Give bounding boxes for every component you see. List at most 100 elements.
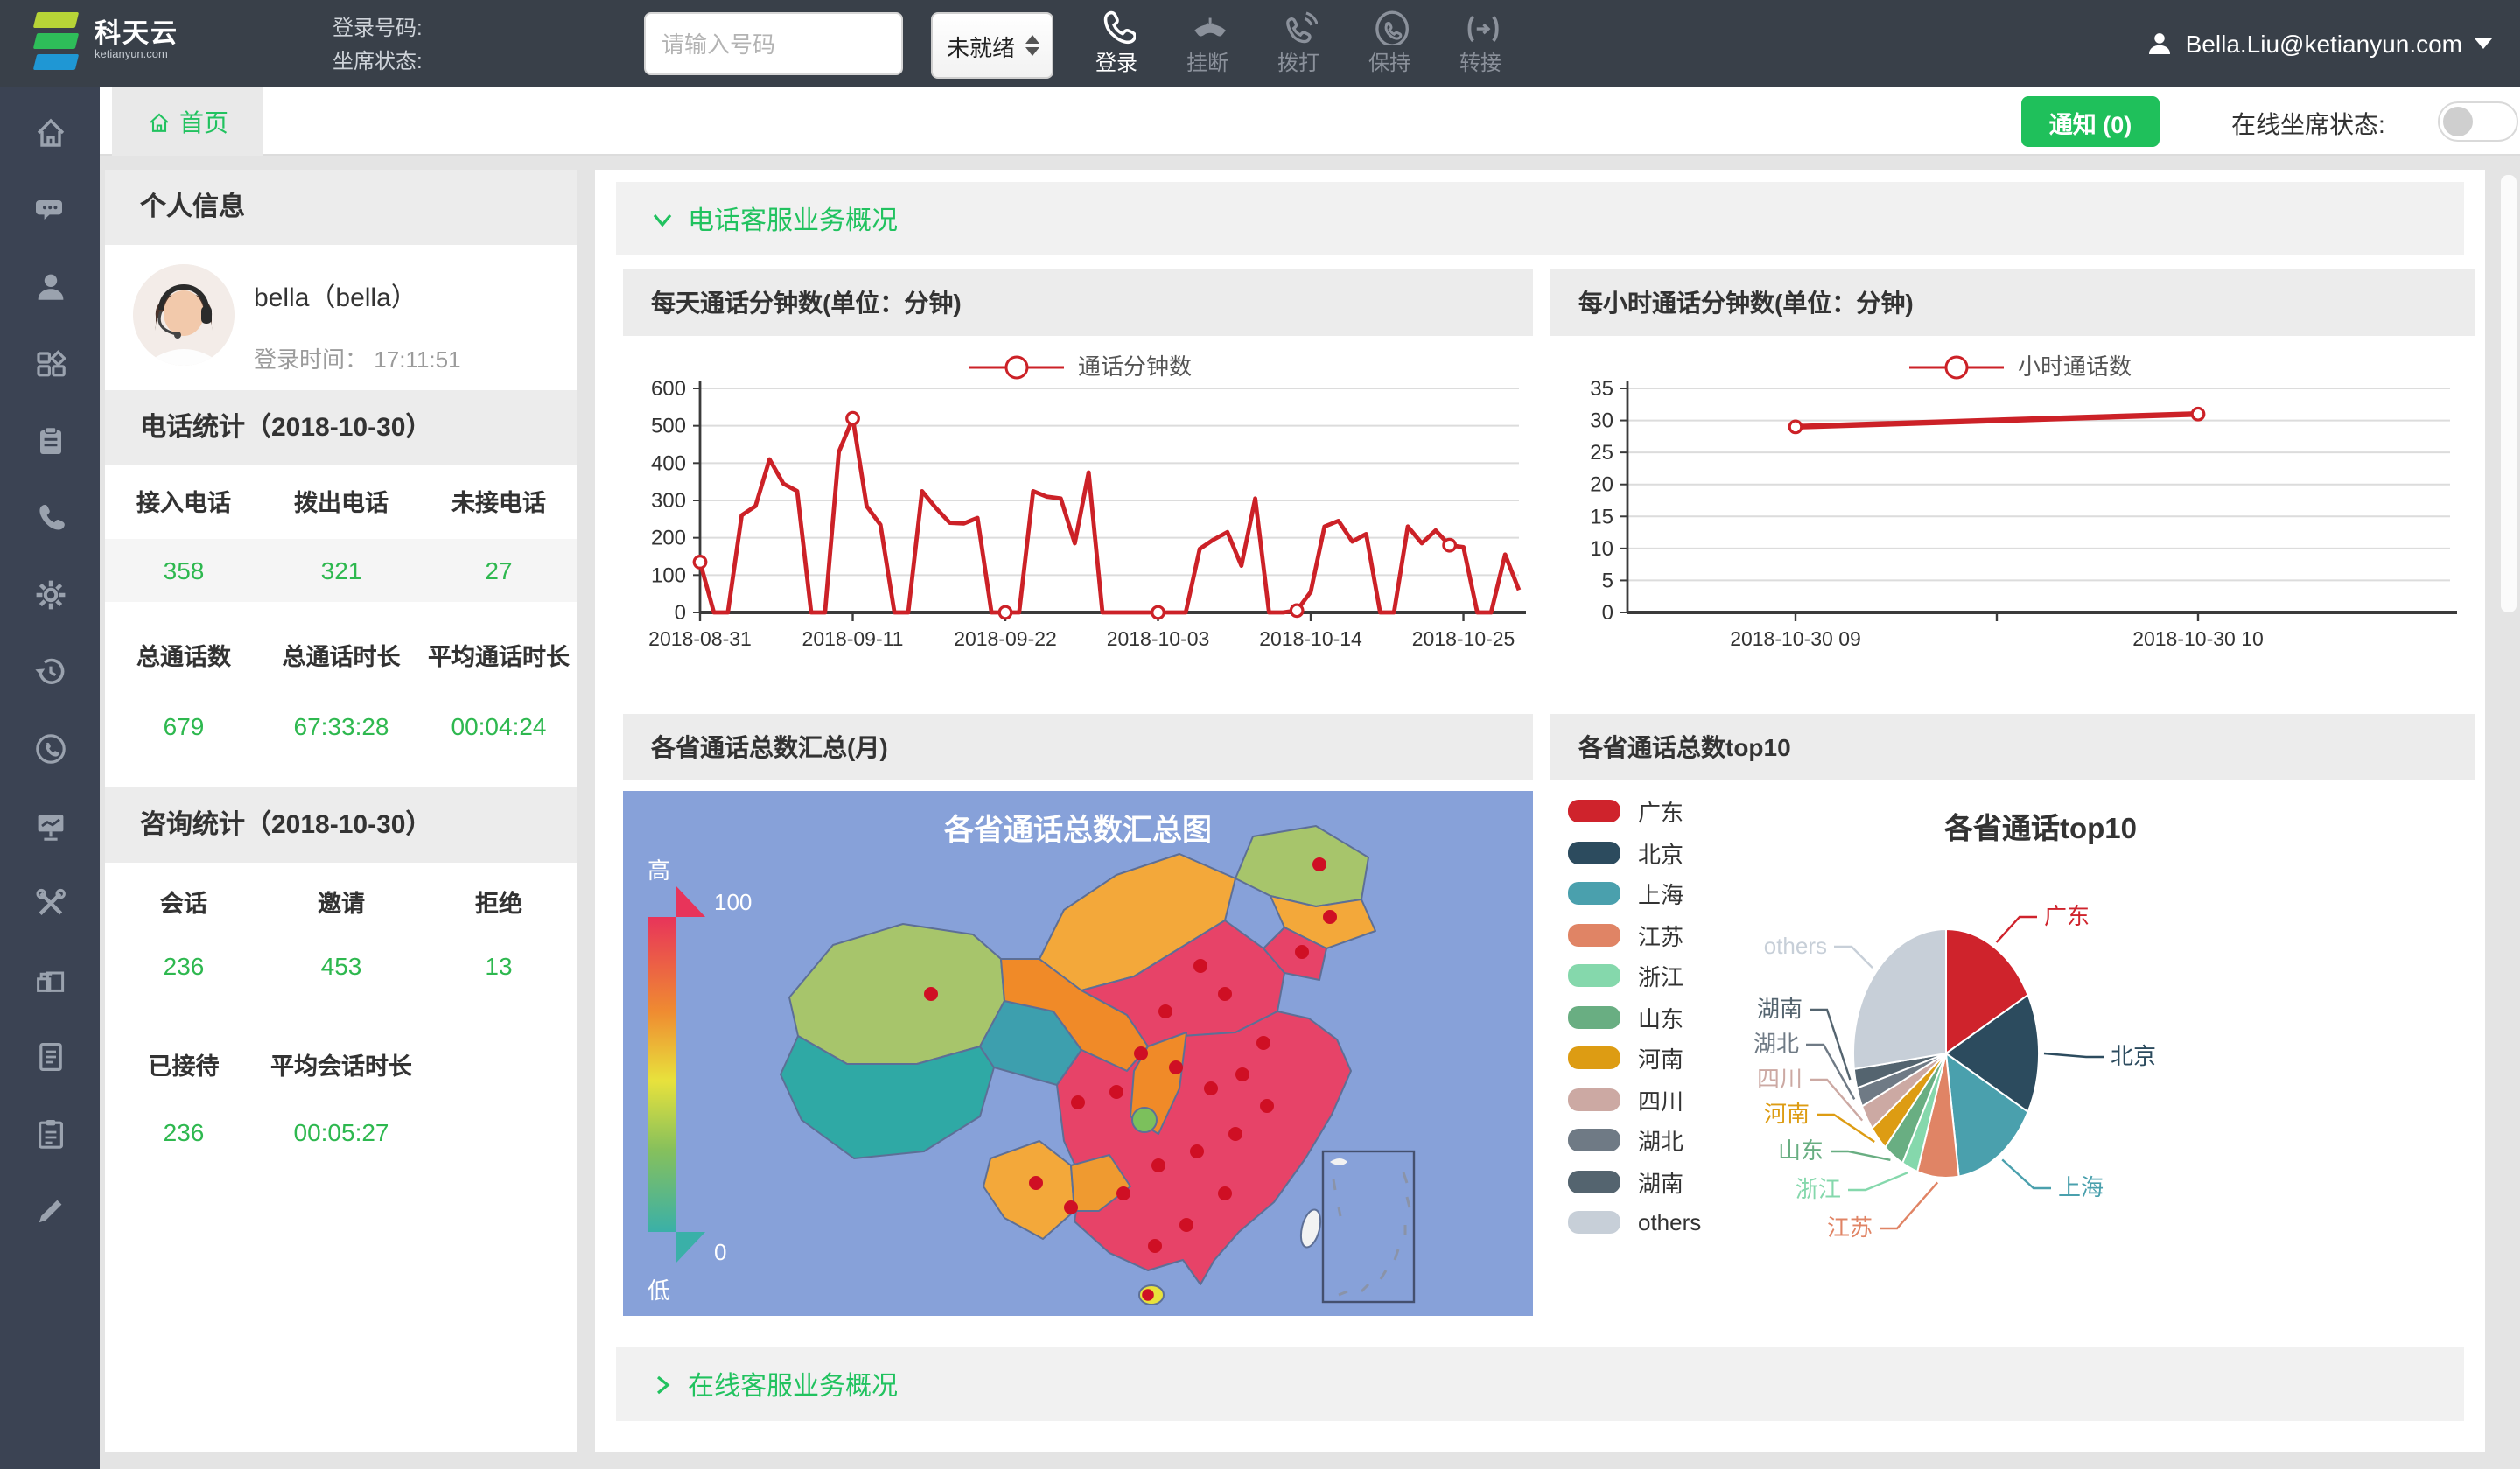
svg-text:600: 600 [651,377,686,401]
sidebar-item-chat[interactable] [0,192,100,269]
notifications-button[interactable]: 通知 (0) [2021,96,2160,147]
call-hold-label: 保持 [1368,47,1410,77]
login-number-label: 登录号码: [332,12,423,45]
sidebar-item-phone-circle[interactable] [0,731,100,808]
phone-stats-header: 总通话时长 [262,641,420,671]
legend-label: 上海 [1638,878,1684,911]
consult-stats-header: 邀请 [262,878,420,931]
app-window: 科天云 ketianyun.com 登录号码: 坐席状态: 未就绪 登录挂断 拨打… [0,0,2520,1469]
phone-overview-section-toggle[interactable]: 电话客服业务概况 [616,182,2464,255]
brand-logo[interactable]: 科天云 ketianyun.com [32,10,178,73]
hourly-minutes-line-chart[interactable]: 051015202530352018-10-30 092018-10-30 10… [1550,336,2474,703]
sidebar-item-history[interactable] [0,654,100,731]
sidebar-item-apps[interactable] [0,346,100,423]
sidebar-item-home[interactable] [0,115,100,192]
phone-stats-value: 321 [262,539,420,602]
svg-text:30: 30 [1590,409,1614,433]
pie-legend-item-四川[interactable]: 四川 [1568,1079,1701,1120]
pie-legend-item-广东[interactable]: 广东 [1568,791,1701,832]
china-choropleth-map[interactable]: 各省通话总数汇总图 高 100 0 低 [623,791,1533,1316]
legend-label: 山东 [1638,1001,1684,1034]
user-email: Bella.Liu@ketianyun.com [2186,30,2462,58]
sidebar-item-document[interactable] [0,1039,100,1116]
call-hangup-label: 挂断 [1186,47,1228,77]
south-china-sea-inset [1323,1151,1414,1302]
phone-number-input[interactable] [644,12,903,75]
scrollbar-thumb[interactable] [2501,175,2516,612]
sidebar-item-phone[interactable] [0,500,100,577]
tab-home-label: 首页 [179,104,228,139]
call-hold-button[interactable]: 保持 [1344,5,1435,86]
svg-text:300: 300 [651,489,686,513]
consult-stats-header: 已接待 [105,1051,262,1081]
legend-swatch [1568,1130,1620,1152]
legend-swatch [1568,1006,1620,1029]
archive-icon [32,962,67,997]
pie-legend-item-浙江[interactable]: 浙江 [1568,955,1701,997]
call-login-icon [1098,9,1135,45]
province-top10-card: 各省通话总数top10 各省通话top10 广东北京上海江苏浙江山东河南四川湖北… [1550,714,2474,1333]
call-login-button[interactable]: 登录 [1071,5,1162,86]
chevron-down-icon [2474,38,2492,49]
online-overview-section-toggle[interactable]: 在线客服业务概况 [616,1347,2464,1421]
svg-text:2018-09-22: 2018-09-22 [954,627,1057,650]
daily-minutes-line-chart[interactable]: 01002003004005006002018-08-312018-09-112… [623,336,1533,703]
map-low-label: 低 [648,1277,670,1304]
call-dial-icon [1280,9,1317,45]
call-dial-label: 拨打 [1278,47,1320,77]
consult-stats-value: 00:05:27 [262,1106,420,1158]
sidebar-item-monitor[interactable] [0,808,100,885]
pie-legend-item-山东[interactable]: 山东 [1568,997,1701,1038]
legend-swatch [1568,965,1620,988]
sidebar-item-user[interactable] [0,269,100,346]
pie-label-浙江: 浙江 [1796,1176,1841,1202]
legend-label: 河南 [1638,1042,1684,1075]
chevron-down-icon [651,207,674,230]
pie-legend-item-others[interactable]: others [1568,1202,1701,1243]
svg-text:通话分钟数: 通话分钟数 [1078,353,1192,380]
daily-minutes-card: 每天通话分钟数(单位：分钟) 01002003004005006002018-0… [623,269,1533,712]
agent-status-select[interactable]: 未就绪 [931,12,1054,79]
sidebar-item-archive[interactable] [0,962,100,1039]
history-icon [32,654,67,689]
svg-text:15: 15 [1590,505,1614,528]
sidebar-item-clipboard[interactable] [0,423,100,500]
sidebar-item-tools[interactable] [0,885,100,962]
call-transfer-button[interactable]: 转接 [1435,5,1526,86]
home-icon [146,109,171,134]
legend-label: 湖北 [1638,1124,1684,1158]
pie-legend-item-河南[interactable]: 河南 [1568,1038,1701,1079]
svg-text:2018-10-30 10: 2018-10-30 10 [2132,627,2264,650]
call-dial-button[interactable]: 拨打 [1253,5,1344,86]
pie-label-北京: 北京 [2110,1043,2156,1069]
sidebar-item-pencil[interactable] [0,1193,100,1270]
agent-state-label: 坐席状态: [332,45,423,79]
pie-label-江苏: 江苏 [1827,1214,1872,1241]
legend-swatch [1568,1088,1620,1111]
home-icon [32,115,67,150]
sidebar-item-gear[interactable] [0,577,100,654]
phone-stats-header: 总通话数 [105,641,262,671]
pie-legend-item-上海[interactable]: 上海 [1568,873,1701,914]
phone-stats-value: 358 [105,539,262,602]
user-menu[interactable]: Bella.Liu@ketianyun.com [2146,0,2492,87]
online-agent-status-toggle[interactable] [2438,101,2518,142]
pie-legend-item-湖北[interactable]: 湖北 [1568,1120,1701,1161]
consult-stats-value [420,1106,578,1158]
sidebar-item-report[interactable] [0,1116,100,1193]
dashboard-panel: 电话客服业务概况 每天通话分钟数(单位：分钟) 0100200300400500… [595,170,2485,1452]
map-high-label: 高 [648,857,670,884]
svg-text:2018-10-25: 2018-10-25 [1412,627,1516,650]
user-icon [2146,30,2174,58]
legend-label: others [1638,1210,1701,1236]
call-hangup-button[interactable]: 挂断 [1162,5,1253,86]
pie-legend-item-湖南[interactable]: 湖南 [1568,1161,1701,1202]
pie-slice-others[interactable] [1853,929,1946,1069]
monitor-icon [32,808,67,843]
svg-text:5: 5 [1602,569,1614,592]
brand-domain: ketianyun.com [94,52,178,63]
tab-home[interactable]: 首页 [112,87,262,156]
pie-legend-item-江苏[interactable]: 江苏 [1568,914,1701,955]
pie-legend-item-北京[interactable]: 北京 [1568,832,1701,873]
login-time-value: 17:11:51 [374,346,460,373]
